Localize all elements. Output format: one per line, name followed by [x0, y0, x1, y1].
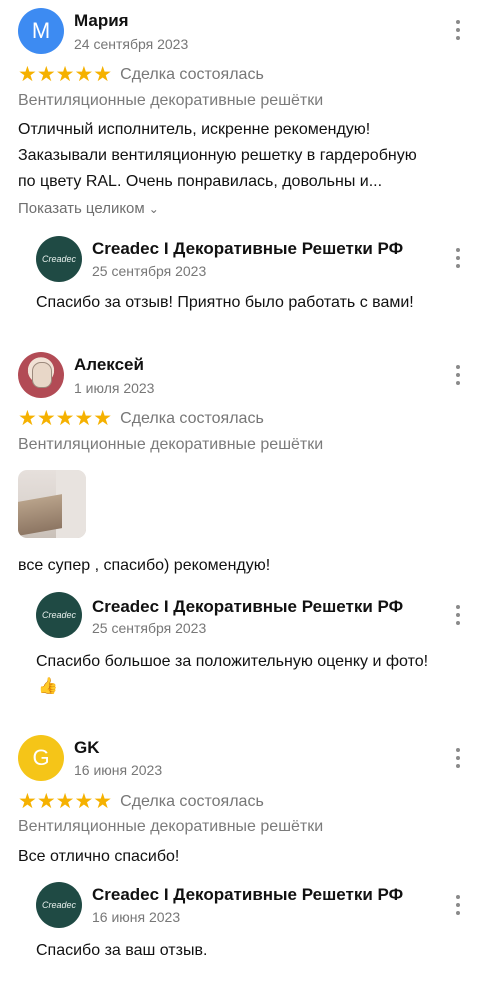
show-full-label: Показать целиком: [18, 200, 145, 217]
avatar[interactable]: [18, 352, 64, 398]
deal-status: Сделка состоялась: [120, 65, 264, 83]
company-avatar[interactable]: Creadec: [36, 882, 82, 928]
more-options-icon[interactable]: [455, 895, 461, 915]
review-category: Вентиляционные декоративные решётки: [18, 818, 324, 835]
more-options-icon[interactable]: [455, 365, 461, 385]
reviewer-name[interactable]: GK: [74, 738, 100, 758]
deal-status: Сделка состоялась: [120, 409, 264, 427]
reviewer-name[interactable]: Алексей: [74, 355, 144, 375]
review-text-line: Отличный исполнитель, искренне рекоменду…: [18, 121, 371, 138]
more-options-icon[interactable]: [455, 748, 461, 768]
avatar-photo: [32, 362, 52, 388]
reply-date: 25 сентября 2023: [92, 263, 207, 279]
reply-text: Спасибо за отзыв! Приятно было работать …: [36, 294, 414, 311]
company-name[interactable]: Creadec I Декоративные Решетки РФ: [92, 885, 403, 905]
rating-row: ★★★★★ Сделка состоялась: [18, 791, 264, 812]
avatar[interactable]: G: [18, 735, 64, 781]
review-photo[interactable]: [18, 470, 86, 538]
more-options-icon[interactable]: [455, 605, 461, 625]
avatar[interactable]: M: [18, 8, 64, 54]
review-date: 24 сентября 2023: [74, 36, 189, 52]
company-avatar[interactable]: Creadec: [36, 236, 82, 282]
reply-text: Спасибо большое за положительную оценку …: [36, 653, 429, 670]
thumbs-up-icon: 👍: [38, 678, 58, 695]
deal-status: Сделка состоялась: [120, 792, 264, 810]
reply-text: Спасибо за ваш отзыв.: [36, 942, 208, 959]
review-text-line: Заказывали вентиляционную решетку в гард…: [18, 147, 417, 164]
review-text: Все отлично спасибо!: [18, 848, 180, 865]
star-rating: ★★★★★: [18, 407, 113, 430]
reply-date: 16 июня 2023: [92, 909, 181, 925]
review-text-line: по цвету RAL. Очень понравилась, довольн…: [18, 173, 383, 190]
review-date: 1 июля 2023: [74, 380, 155, 396]
rating-row: ★★★★★ Сделка состоялась: [18, 408, 264, 429]
company-avatar[interactable]: Creadec: [36, 592, 82, 638]
review-text: Отличный исполнитель, искренне рекоменду…: [18, 117, 480, 195]
rating-row: ★★★★★ Сделка состоялась: [18, 64, 264, 85]
review-category: Вентиляционные декоративные решётки: [18, 436, 324, 453]
more-options-icon[interactable]: [455, 248, 461, 268]
review-date: 16 июня 2023: [74, 762, 163, 778]
show-full-button[interactable]: Показать целиком ⌄: [18, 200, 159, 217]
reviewer-name[interactable]: Мария: [74, 11, 129, 31]
review-category: Вентиляционные декоративные решётки: [18, 92, 324, 109]
company-name[interactable]: Creadec I Декоративные Решетки РФ: [92, 239, 403, 259]
company-name[interactable]: Creadec I Декоративные Решетки РФ: [92, 597, 403, 617]
chevron-down-icon: ⌄: [148, 202, 159, 216]
star-rating: ★★★★★: [18, 63, 113, 86]
review-text: все супер , спасибо) рекомендую!: [18, 557, 271, 574]
reply-date: 25 сентября 2023: [92, 620, 207, 636]
more-options-icon[interactable]: [455, 20, 461, 40]
star-rating: ★★★★★: [18, 790, 113, 813]
